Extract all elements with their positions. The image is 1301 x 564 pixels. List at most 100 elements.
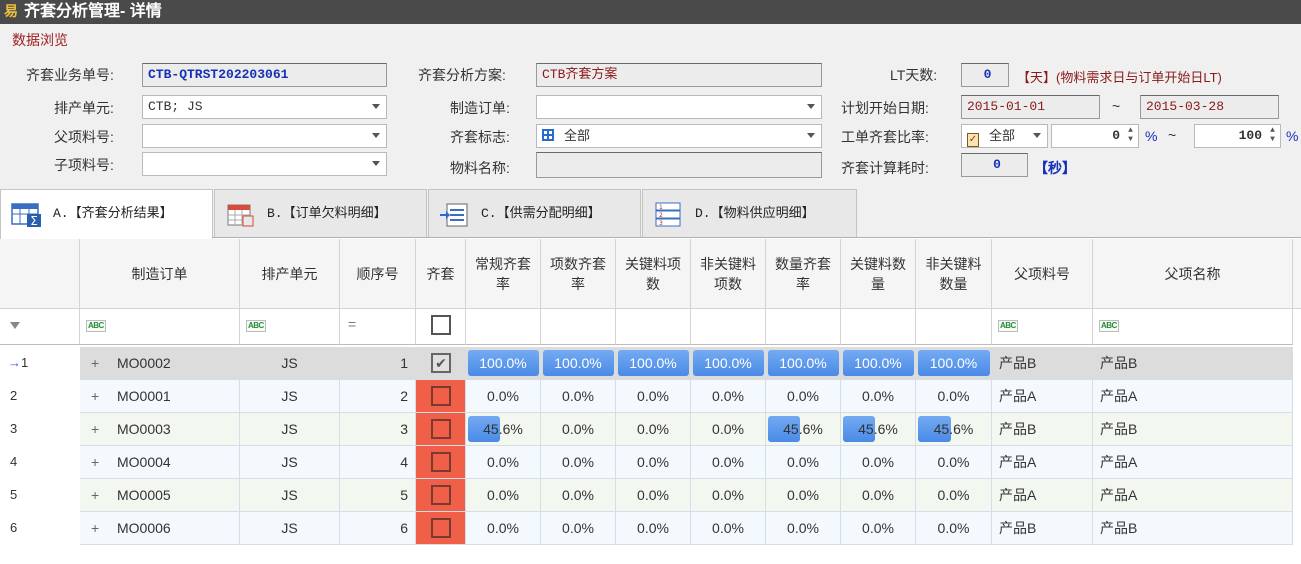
column-header-nonkey-qty[interactable]: 非关键料数量 xyxy=(916,239,992,309)
cell-sequence[interactable]: 2 xyxy=(340,380,416,413)
cell-parent-name[interactable]: 产品A xyxy=(1093,446,1293,479)
column-header-item-rate[interactable]: 项数齐套率 xyxy=(541,239,616,309)
expand-row-icon[interactable]: + xyxy=(87,413,117,445)
table-row[interactable]: 2 + MO0001 JS 2 0.0% 0.0% 0.0% 0.0% 0.0% 0.0% 0.0% 产… xyxy=(0,380,1301,413)
table-row[interactable]: 3 + MO0003 JS 3 45.6% 0.0% 0.0% 0.0% 45.6% 45.6% 45… xyxy=(0,413,1301,446)
cell-regular-rate[interactable]: 0.0% xyxy=(466,380,541,413)
cell-nonkey-qty[interactable]: 0.0% xyxy=(916,479,992,512)
filter-cell-parent-code[interactable]: ABC xyxy=(992,309,1093,345)
column-header-key-qty[interactable]: 关键料数量 xyxy=(841,239,916,309)
row-header[interactable]: 5 xyxy=(0,479,80,512)
expand-row-icon[interactable]: + xyxy=(87,347,117,379)
table-row[interactable]: 4 + MO0004 JS 4 0.0% 0.0% 0.0% 0.0% 0.0% 0.0% 0.0% 产… xyxy=(0,446,1301,479)
cell-parent-code[interactable]: 产品A xyxy=(992,380,1093,413)
cell-quantity-rate[interactable]: 0.0% xyxy=(766,446,841,479)
filter-cell-complete-flag[interactable] xyxy=(416,309,466,345)
cell-complete-flag[interactable] xyxy=(416,380,466,413)
column-header-key-item-count[interactable]: 关键料项数 xyxy=(616,239,691,309)
expand-row-icon[interactable]: + xyxy=(87,479,117,511)
cell-schedule-unit[interactable]: JS xyxy=(240,380,340,413)
cell-complete-flag[interactable] xyxy=(416,479,466,512)
row-header[interactable]: 3 xyxy=(0,413,80,446)
filter-cell-sequence[interactable]: = xyxy=(340,309,416,345)
cell-manufacturing-order[interactable]: + MO0004 xyxy=(80,446,240,479)
cell-complete-flag[interactable]: ✔ xyxy=(416,347,466,380)
column-header-nonkey-item-count[interactable]: 非关键料项数 xyxy=(691,239,766,309)
cell-complete-flag[interactable] xyxy=(416,413,466,446)
cell-key-item-count[interactable]: 0.0% xyxy=(616,479,691,512)
cell-manufacturing-order[interactable]: + MO0006 xyxy=(80,512,240,545)
cell-quantity-rate[interactable]: 0.0% xyxy=(766,479,841,512)
expand-row-icon[interactable]: + xyxy=(87,380,117,412)
cell-parent-name[interactable]: 产品A xyxy=(1093,380,1293,413)
cell-sequence[interactable]: 3 xyxy=(340,413,416,446)
cell-key-qty[interactable]: 0.0% xyxy=(841,479,916,512)
cell-nonkey-item-count[interactable]: 100.0% xyxy=(691,347,766,380)
filter-cell-nonkey-qty[interactable] xyxy=(916,309,992,345)
filter-cell-key-item-count[interactable] xyxy=(616,309,691,345)
column-header-manufacturing-order[interactable]: 制造订单 xyxy=(80,239,240,309)
cell-nonkey-item-count[interactable]: 0.0% xyxy=(691,380,766,413)
cell-item-rate[interactable]: 0.0% xyxy=(541,479,616,512)
cell-key-item-count[interactable]: 0.0% xyxy=(616,446,691,479)
cell-quantity-rate[interactable]: 45.6% xyxy=(766,413,841,446)
cell-complete-flag[interactable] xyxy=(416,446,466,479)
table-row[interactable]: 6 + MO0006 JS 6 0.0% 0.0% 0.0% 0.0% 0.0% 0.0% 0.0% 产… xyxy=(0,512,1301,545)
cell-nonkey-qty[interactable]: 0.0% xyxy=(916,512,992,545)
cell-quantity-rate[interactable]: 0.0% xyxy=(766,512,841,545)
filter-cell-parent-name[interactable]: ABC xyxy=(1093,309,1293,345)
cell-parent-code[interactable]: 产品B xyxy=(992,512,1093,545)
column-header-complete-flag[interactable]: 齐套 xyxy=(416,239,466,309)
filter-cell-schedule-unit[interactable]: ABC xyxy=(240,309,340,345)
cell-parent-name[interactable]: 产品B xyxy=(1093,413,1293,446)
material-name-field[interactable] xyxy=(536,152,822,178)
cell-schedule-unit[interactable]: JS xyxy=(240,446,340,479)
cell-parent-code[interactable]: 产品A xyxy=(992,479,1093,512)
cell-regular-rate[interactable]: 0.0% xyxy=(466,446,541,479)
ratio-from-spinner[interactable]: 0 ▲ ▼ xyxy=(1051,124,1139,148)
row-header[interactable]: 2 xyxy=(0,380,80,413)
cell-sequence[interactable]: 6 xyxy=(340,512,416,545)
parent-select[interactable] xyxy=(142,124,387,148)
column-header-sequence[interactable]: 顺序号 xyxy=(340,239,416,309)
cell-key-qty[interactable]: 0.0% xyxy=(841,512,916,545)
filter-cell-quantity-rate[interactable] xyxy=(766,309,841,345)
cell-sequence[interactable]: 4 xyxy=(340,446,416,479)
cell-item-rate[interactable]: 0.0% xyxy=(541,512,616,545)
filter-cell-manufacturing-order[interactable]: ABC xyxy=(80,309,240,345)
cell-parent-code[interactable]: 产品B xyxy=(992,347,1093,380)
cell-key-qty[interactable]: 100.0% xyxy=(841,347,916,380)
cell-sequence[interactable]: 1 xyxy=(340,347,416,380)
cell-parent-name[interactable]: 产品A xyxy=(1093,479,1293,512)
start-date-to[interactable]: 2015-03-28 xyxy=(1140,95,1279,119)
column-header-schedule-unit[interactable]: 排产单元 xyxy=(240,239,340,309)
tab-supply-demand[interactable]: C.【供需分配明细】 xyxy=(428,189,641,237)
cell-manufacturing-order[interactable]: + MO0005 xyxy=(80,479,240,512)
cell-key-qty[interactable]: 45.6% xyxy=(841,413,916,446)
cell-nonkey-qty[interactable]: 0.0% xyxy=(916,380,992,413)
cell-quantity-rate[interactable]: 0.0% xyxy=(766,380,841,413)
checked-checkbox-icon[interactable]: ✔ xyxy=(431,353,451,373)
row-header[interactable]: 6 xyxy=(0,512,80,545)
cell-item-rate[interactable]: 0.0% xyxy=(541,413,616,446)
cell-key-qty[interactable]: 0.0% xyxy=(841,380,916,413)
cell-key-qty[interactable]: 0.0% xyxy=(841,446,916,479)
cell-parent-name[interactable]: 产品B xyxy=(1093,347,1293,380)
cell-key-item-count[interactable]: 100.0% xyxy=(616,347,691,380)
cell-regular-rate[interactable]: 0.0% xyxy=(466,479,541,512)
expand-row-icon[interactable]: + xyxy=(87,512,117,544)
mo-select[interactable] xyxy=(536,95,822,119)
ratio-select[interactable]: ✓ 全部 xyxy=(961,124,1048,148)
cell-schedule-unit[interactable]: JS xyxy=(240,347,340,380)
table-row[interactable]: 5 + MO0005 JS 5 0.0% 0.0% 0.0% 0.0% 0.0% 0.0% 0.0% 产… xyxy=(0,479,1301,512)
cell-nonkey-qty[interactable]: 0.0% xyxy=(916,446,992,479)
filter-cell-item-rate[interactable] xyxy=(541,309,616,345)
table-row[interactable]: →1 + MO0002 JS 1 ✔ 100.0% 100.0% 100.0% 100.0% 100… xyxy=(0,347,1301,380)
cell-nonkey-item-count[interactable]: 0.0% xyxy=(691,512,766,545)
tab-material-supply[interactable]: 123 D.【物料供应明细】 xyxy=(642,189,857,237)
cell-regular-rate[interactable]: 45.6% xyxy=(466,413,541,446)
row-header[interactable]: 4 xyxy=(0,446,80,479)
column-header-regular-rate[interactable]: 常规齐套率 xyxy=(466,239,541,309)
row-header[interactable]: →1 xyxy=(0,347,80,380)
calc-time-field[interactable]: 0 xyxy=(961,153,1028,177)
